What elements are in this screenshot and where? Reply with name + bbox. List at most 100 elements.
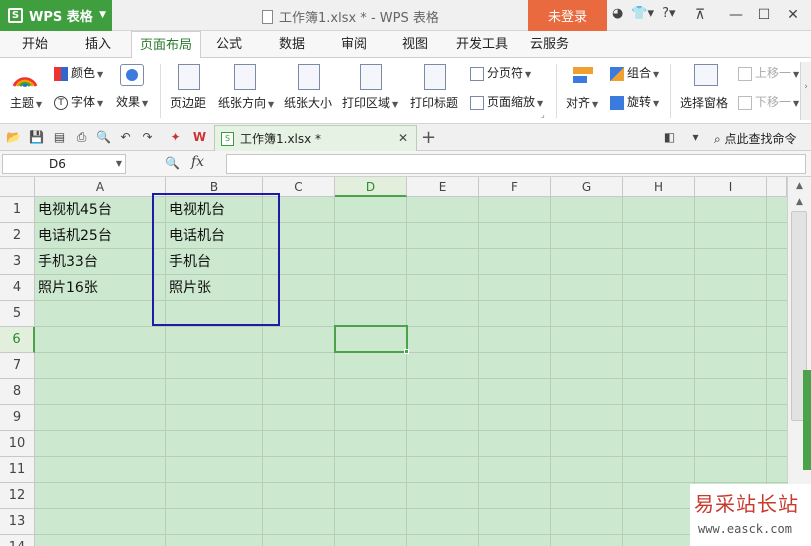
fill-handle[interactable]	[404, 349, 409, 354]
redo-icon[interactable]: ↷	[140, 130, 155, 145]
tab-insert[interactable]: 插入	[77, 31, 119, 58]
row-header-6[interactable]: 6	[0, 327, 35, 353]
group-button[interactable]: 组合 ▼	[610, 64, 659, 81]
login-button[interactable]: 未登录	[528, 0, 607, 31]
row-header-4[interactable]: 4	[0, 275, 35, 301]
row-header-9[interactable]: 9	[0, 405, 35, 431]
print-icon[interactable]: ⎙	[74, 130, 89, 145]
row-header-12[interactable]: 12	[0, 483, 35, 509]
dialog-launcher-icon[interactable]: ⌟	[541, 110, 545, 119]
gridline	[622, 197, 623, 546]
tab-view[interactable]: 视图	[394, 31, 436, 58]
column-header-i[interactable]: I	[695, 177, 767, 197]
tab-cloud[interactable]: 云服务	[522, 31, 577, 58]
page-break-button[interactable]: 分页符 ▼	[470, 64, 531, 81]
cell-a3[interactable]: 手机33台	[35, 249, 165, 275]
row-header-5[interactable]: 5	[0, 301, 35, 327]
print-preview-icon[interactable]: 🔍	[96, 130, 111, 145]
find-command-search[interactable]: ⌕ 点此查找命令	[714, 130, 797, 147]
collapse-ribbon-icon[interactable]: ◧	[662, 130, 677, 145]
tab-developer[interactable]: 开发工具	[448, 31, 516, 58]
row-header-7[interactable]: 7	[0, 353, 35, 379]
row-header-8[interactable]: 8	[0, 379, 35, 405]
paper-size-button[interactable]: 纸张大小	[284, 94, 332, 111]
cell-a2[interactable]: 电话机25台	[35, 223, 165, 249]
watermark-logo: 易采站长站	[694, 492, 799, 516]
select-all-corner[interactable]	[0, 177, 35, 197]
orientation-icon[interactable]	[234, 64, 256, 90]
tab-review[interactable]: 审阅	[333, 31, 375, 58]
open-folder-icon[interactable]: 📂	[6, 130, 21, 145]
toolbar-options-icon[interactable]: ▾	[688, 130, 703, 145]
column-header-g[interactable]: G	[551, 177, 623, 197]
margin-button[interactable]: 页边距	[170, 94, 206, 111]
print-titles-icon[interactable]	[424, 64, 446, 90]
send-backward-button[interactable]: 下移一 ▼	[738, 93, 799, 110]
wps-home-icon[interactable]: W	[192, 130, 207, 145]
close-tab-icon[interactable]: ✕	[398, 131, 408, 145]
save-icon[interactable]: 💾	[29, 130, 44, 145]
margin-icon[interactable]	[178, 64, 200, 90]
row-header-10[interactable]: 10	[0, 431, 35, 457]
undo-icon[interactable]: ↶	[118, 130, 133, 145]
print-area-button[interactable]: 打印区域 ▼	[342, 94, 398, 111]
customize-toolbar-icon[interactable]: ✦	[168, 130, 183, 145]
tab-page-layout[interactable]: 页面布局	[131, 31, 202, 59]
align-button[interactable]: 对齐 ▼	[566, 94, 598, 111]
column-header-e[interactable]: E	[407, 177, 479, 197]
effect-button[interactable]: 效果 ▼	[116, 93, 148, 110]
theme-icon[interactable]	[12, 64, 40, 90]
tab-formula[interactable]: 公式	[208, 31, 250, 58]
help-button[interactable]: ?▾	[662, 6, 675, 21]
effect-icon[interactable]	[120, 64, 144, 86]
name-box[interactable]: D6 ▼	[2, 154, 126, 174]
font-button[interactable]: T 字体 ▼	[54, 93, 103, 110]
scroll-up-icon[interactable]: ▲	[792, 195, 807, 210]
bring-forward-button[interactable]: 上移一 ▼	[738, 64, 799, 81]
ribbon-scroll[interactable]: ›	[800, 62, 811, 120]
row-header-11[interactable]: 11	[0, 457, 35, 483]
formula-input[interactable]	[226, 154, 806, 174]
document-tab[interactable]: S 工作簿1.xlsx * ✕	[214, 125, 417, 151]
maximize-button[interactable]: ☐	[752, 4, 776, 26]
rotate-button[interactable]: 旋转 ▼	[610, 93, 659, 110]
page-zoom-button[interactable]: 页面缩放 ▼	[470, 93, 543, 110]
cell-a4[interactable]: 照片16张	[35, 275, 165, 301]
theme-button[interactable]: 主题 ▼	[10, 94, 42, 111]
tab-data[interactable]: 数据	[271, 31, 313, 58]
export-pdf-icon[interactable]: ▤	[52, 130, 67, 145]
color-button[interactable]: 颜色 ▼	[54, 64, 103, 81]
new-tab-button[interactable]: +	[421, 127, 436, 148]
print-area-icon[interactable]	[360, 64, 382, 90]
paper-size-icon[interactable]	[298, 64, 320, 90]
close-window-button[interactable]: ✕	[781, 4, 805, 26]
zoom-formula-icon[interactable]: 🔍	[165, 156, 180, 170]
insert-function-button[interactable]: fx	[191, 154, 204, 170]
cell-a1[interactable]: 电视机45台	[35, 197, 165, 223]
row-header-2[interactable]: 2	[0, 223, 35, 249]
row-header-13[interactable]: 13	[0, 509, 35, 535]
column-header-a[interactable]: A	[35, 177, 166, 197]
column-header-h[interactable]: H	[623, 177, 695, 197]
minimize-button[interactable]: —	[724, 4, 748, 26]
row-header-1[interactable]: 1	[0, 197, 35, 223]
tab-start[interactable]: 开始	[14, 31, 56, 58]
print-titles-button[interactable]: 打印标题	[410, 94, 458, 111]
row-header-14[interactable]: 14	[0, 535, 35, 546]
column-header-d[interactable]: D	[335, 177, 407, 197]
selection-pane-icon[interactable]	[694, 64, 718, 86]
side-panel-handle[interactable]	[803, 370, 811, 470]
row-header-3[interactable]: 3	[0, 249, 35, 275]
spreadsheet-grid[interactable]: A B C D E F G H I 1 2 3 4 5 6 7 8 9 10 1…	[0, 177, 787, 546]
skin-icon[interactable]: ◕	[612, 6, 623, 21]
column-header-f[interactable]: F	[479, 177, 551, 197]
orientation-button[interactable]: 纸张方向 ▼	[218, 94, 274, 111]
chevron-down-icon[interactable]: ▼	[116, 155, 122, 173]
selection-pane-button[interactable]: 选择窗格	[680, 94, 728, 111]
restore-up-icon[interactable]: ⊼	[688, 4, 712, 26]
shirt-icon[interactable]: 👕▾	[631, 6, 654, 21]
app-menu-button[interactable]: S WPS 表格 ▼	[0, 0, 112, 31]
align-icon[interactable]	[573, 64, 595, 86]
active-cell-d6[interactable]	[334, 325, 408, 353]
scroll-top-icon[interactable]: ▲	[792, 179, 807, 194]
